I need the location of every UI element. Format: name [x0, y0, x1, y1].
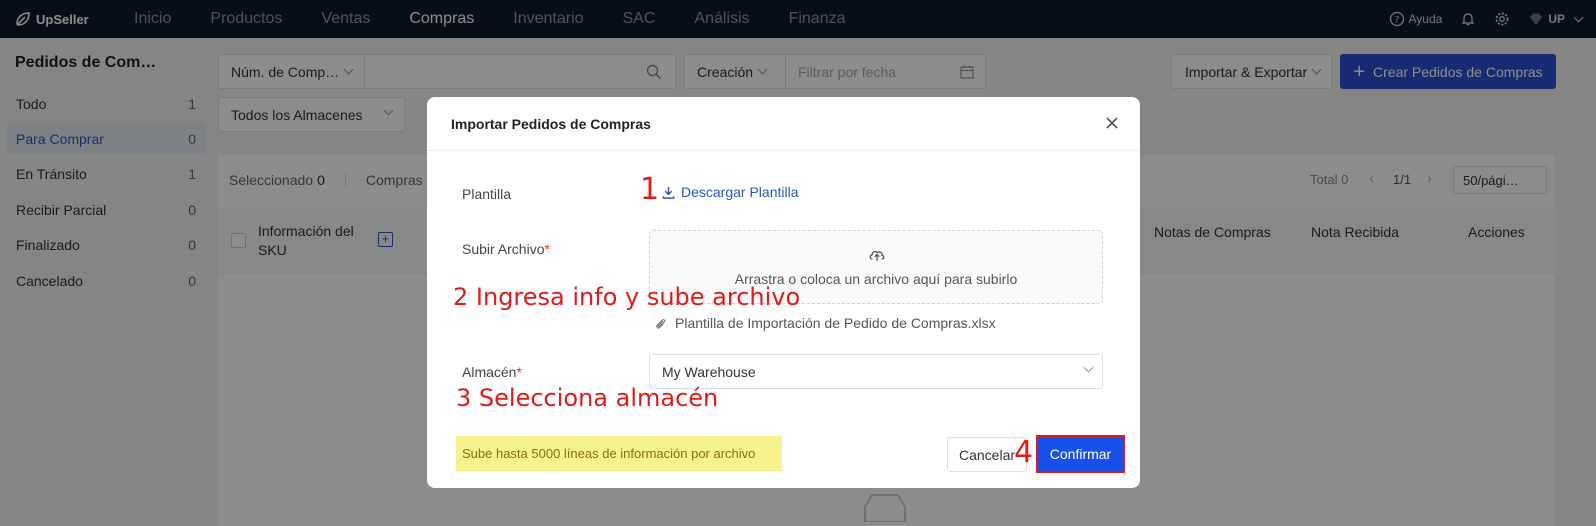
- upload-label-text: Subir Archivo: [462, 241, 545, 257]
- template-label: Plantilla: [462, 186, 512, 202]
- warehouse-label: Almacén*: [462, 364, 522, 380]
- warehouse-label-text: Almacén: [462, 364, 517, 380]
- confirm-button[interactable]: Confirmar: [1036, 435, 1125, 473]
- chevron-down-icon: [1083, 362, 1094, 373]
- close-icon[interactable]: [1104, 115, 1120, 131]
- download-template-link[interactable]: Descargar Plantilla: [661, 184, 799, 200]
- dialog-header: Importar Pedidos de Compras: [427, 97, 1140, 151]
- annotation-step-2: 2 Ingresa info y sube archivo: [453, 283, 801, 311]
- cloud-upload-icon: [869, 250, 885, 261]
- required-mark: *: [544, 241, 550, 257]
- warehouse-selected-value: My Warehouse: [662, 363, 756, 380]
- annotation-step-4: 4: [1014, 435, 1034, 470]
- upload-limit-note: Sube hasta 5000 líneas de información po…: [456, 436, 782, 471]
- download-icon: [662, 186, 675, 199]
- dialog-title: Importar Pedidos de Compras: [451, 116, 651, 132]
- annotation-step-1: 1: [640, 172, 660, 207]
- upload-label: Subir Archivo*: [462, 241, 550, 257]
- paperclip-icon: [656, 318, 666, 329]
- uploaded-file-name: Plantilla de Importación de Pedido de Co…: [675, 315, 996, 331]
- download-template-label: Descargar Plantilla: [681, 184, 799, 200]
- required-mark: *: [516, 364, 522, 380]
- uploaded-file-item[interactable]: Plantilla de Importación de Pedido de Co…: [654, 315, 996, 331]
- annotation-step-3: 3 Selecciona almacén: [456, 384, 719, 412]
